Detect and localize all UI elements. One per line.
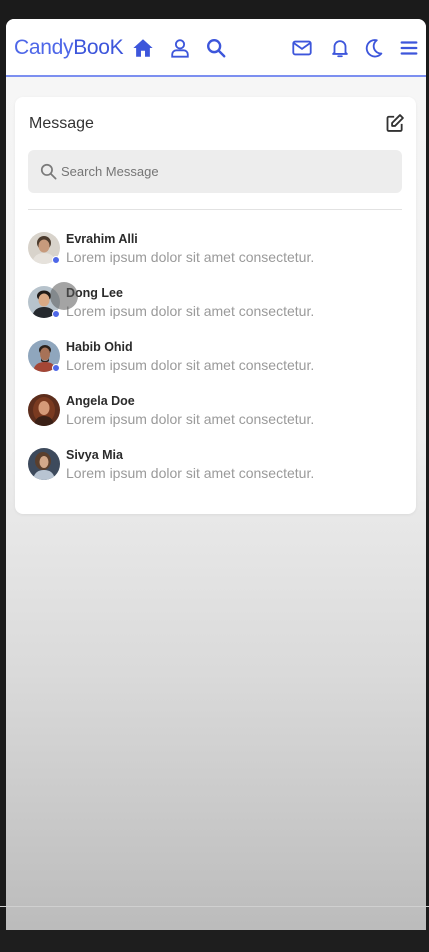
moon-icon[interactable]: [363, 37, 385, 59]
message-preview: Lorem ipsum dolor sit amet consectetur.: [66, 465, 315, 481]
list-item[interactable]: Angela Doe Lorem ipsum dolor sit amet co…: [28, 391, 408, 445]
online-status-dot: [52, 310, 60, 318]
top-navbar: CandyBooK: [6, 19, 426, 77]
menu-icon[interactable]: [398, 37, 420, 59]
contact-name: Evrahim Alli: [66, 232, 138, 246]
message-preview: Lorem ipsum dolor sit amet consectetur.: [66, 357, 315, 373]
bell-icon[interactable]: [329, 37, 351, 59]
list-item[interactable]: Sivya Mia Lorem ipsum dolor sit amet con…: [28, 445, 408, 499]
list-item[interactable]: Habib Ohid Lorem ipsum dolor sit amet co…: [28, 337, 408, 391]
message-list: Evrahim Alli Lorem ipsum dolor sit amet …: [28, 229, 408, 499]
brand-part-candy: Candy: [14, 36, 74, 59]
avatar: [28, 394, 60, 426]
brand-logo[interactable]: CandyBooK: [14, 35, 124, 61]
bottom-bar: [0, 930, 429, 952]
online-status-dot: [52, 256, 60, 264]
divider: [0, 906, 429, 907]
message-preview: Lorem ipsum dolor sit amet consectetur.: [66, 249, 315, 265]
user-icon[interactable]: [169, 37, 191, 59]
mail-icon[interactable]: [291, 37, 313, 59]
list-item[interactable]: Evrahim Alli Lorem ipsum dolor sit amet …: [28, 229, 408, 283]
edit-icon[interactable]: [385, 113, 405, 133]
avatar: [28, 448, 60, 480]
list-item[interactable]: Dong Lee Lorem ipsum dolor sit amet cons…: [28, 283, 408, 337]
search-field[interactable]: [28, 150, 402, 193]
brand-part-book: BooK: [73, 36, 124, 59]
touch-cursor: [50, 282, 78, 310]
message-panel: Message Evrahim Alli Lorem ipsum dolor s…: [15, 97, 416, 514]
online-status-dot: [52, 364, 60, 372]
message-preview: Lorem ipsum dolor sit amet consectetur.: [66, 411, 315, 427]
search-input[interactable]: [61, 150, 391, 193]
contact-name: Habib Ohid: [66, 340, 133, 354]
contact-name: Angela Doe: [66, 394, 135, 408]
search-icon: [39, 162, 58, 181]
home-icon[interactable]: [132, 37, 154, 59]
app-window: CandyBooK Message Search Message Evrahim…: [6, 19, 426, 952]
panel-title: Message: [29, 115, 94, 132]
search-icon[interactable]: [205, 37, 227, 59]
contact-name: Sivya Mia: [66, 448, 123, 462]
divider: [28, 209, 402, 210]
message-preview: Lorem ipsum dolor sit amet consectetur.: [66, 303, 315, 319]
